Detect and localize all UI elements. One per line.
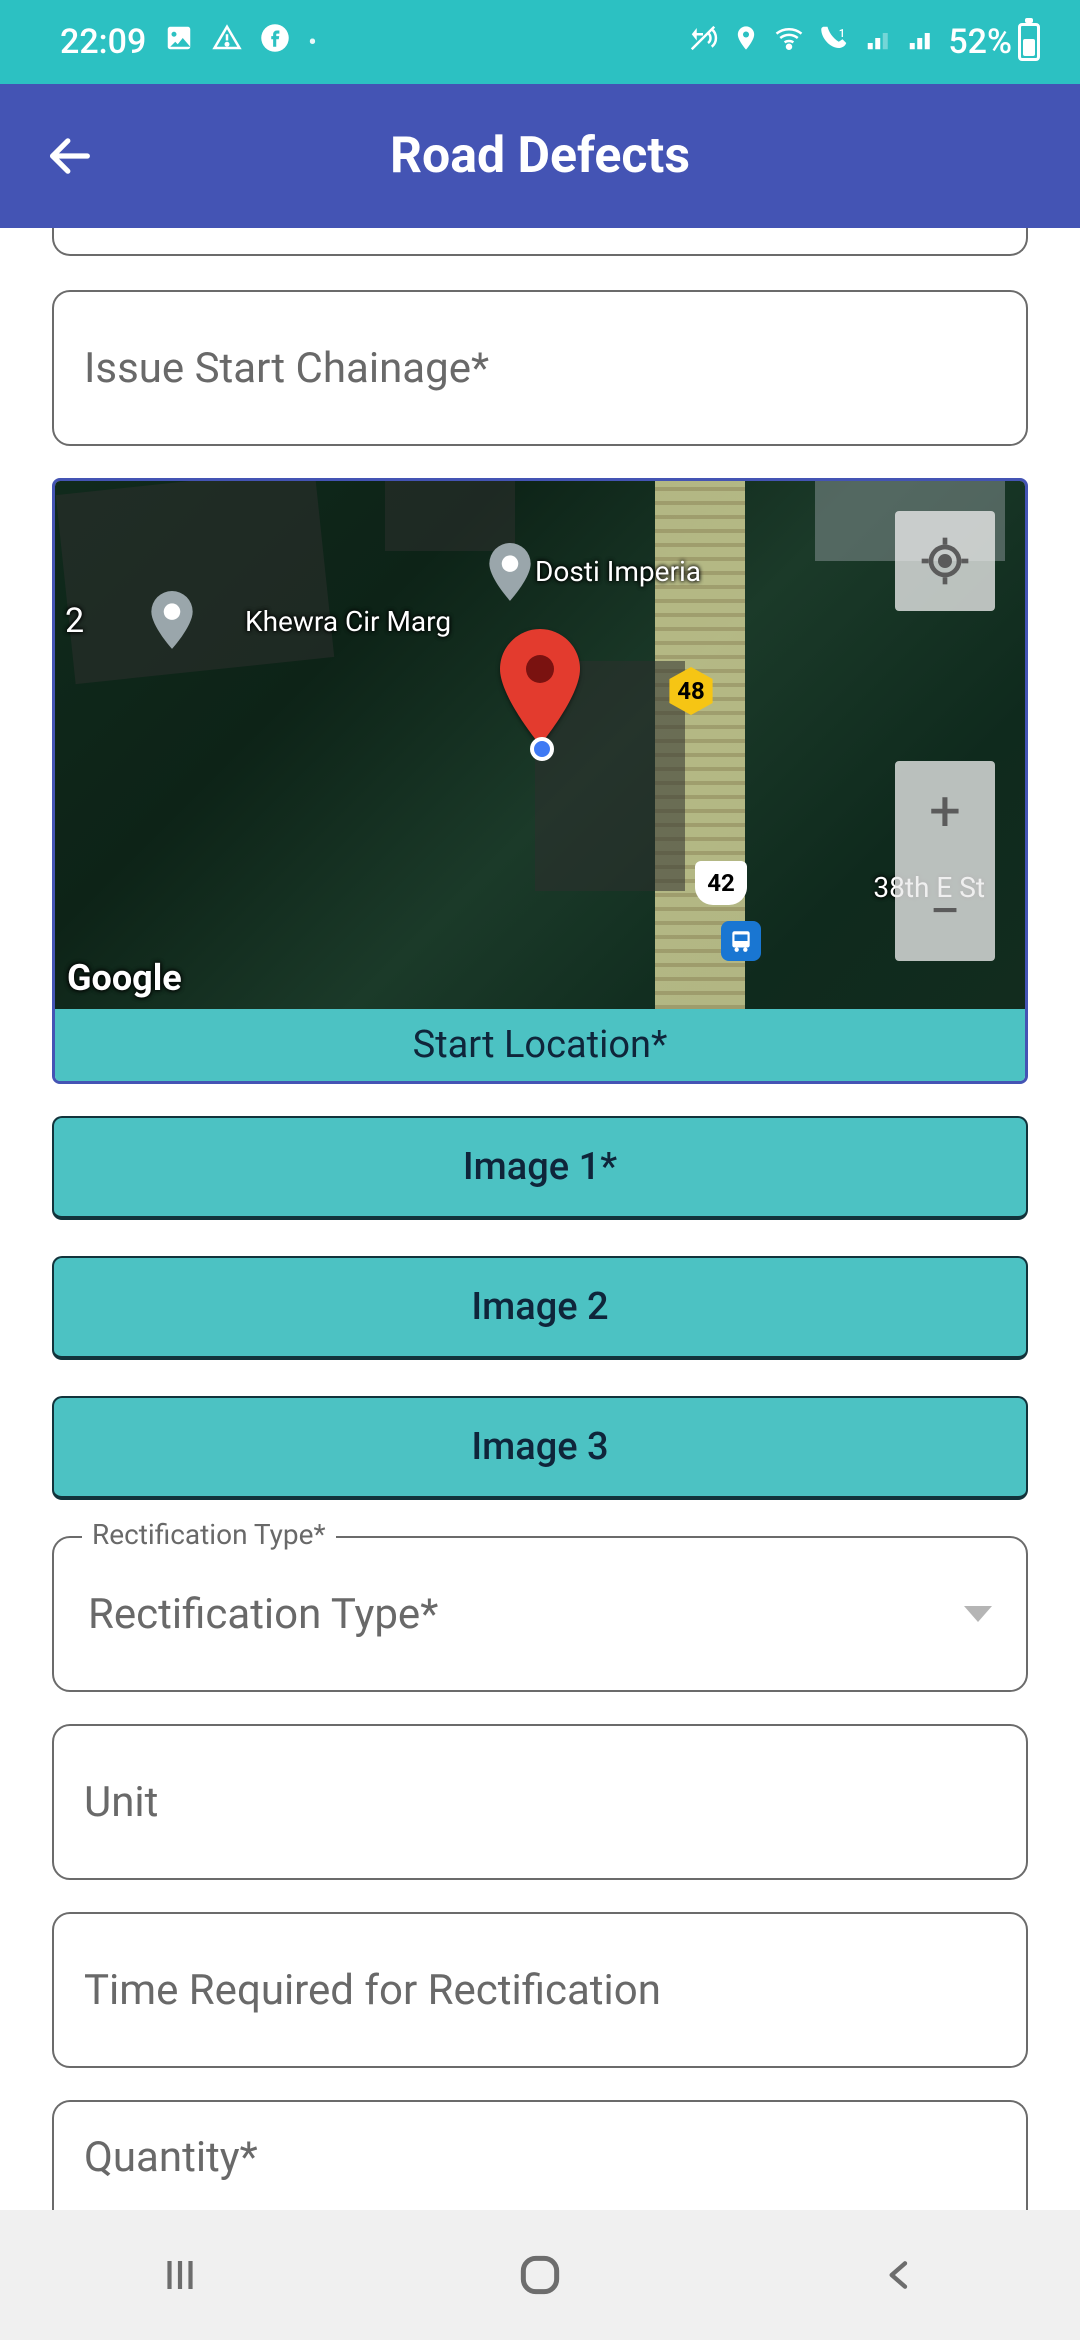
- image-1-label: Image 1*: [463, 1145, 617, 1189]
- rectification-type-placeholder: Rectification Type*: [88, 1590, 438, 1639]
- image-icon: [164, 22, 194, 62]
- map-edge-number: 2: [65, 601, 84, 641]
- map-zoom-out-button[interactable]: −: [895, 861, 995, 961]
- image-1-button[interactable]: Image 1*: [52, 1116, 1028, 1220]
- rectification-type-dropdown[interactable]: Rectification Type*: [52, 1536, 1028, 1692]
- android-nav-bar: [0, 2210, 1080, 2340]
- start-location-map-block: 2 Khewra Cir Marg Dosti Imperia 38th E S…: [52, 478, 1028, 1084]
- time-required-input[interactable]: Time Required for Rectification: [52, 1912, 1028, 2068]
- rectification-type-field: Rectification Type* Rectification Type*: [52, 1536, 1028, 1692]
- start-location-label: Start Location*: [55, 1009, 1025, 1081]
- map-poi-pin-icon: [147, 591, 197, 653]
- page-title: Road Defects: [0, 127, 1080, 185]
- battery-percent: 52%: [948, 22, 1012, 62]
- map-building: [56, 478, 334, 684]
- warning-triangle-icon: [212, 22, 242, 62]
- status-right: 1 52%: [686, 22, 1040, 62]
- issue-start-chainage-placeholder: Issue Start Chainage*: [84, 344, 489, 393]
- image-3-label: Image 3: [471, 1425, 608, 1469]
- map-route-shield-42: 42: [695, 861, 747, 905]
- image-3-button[interactable]: Image 3: [52, 1396, 1028, 1500]
- status-bar: 22:09 • 1 52%: [0, 0, 1080, 84]
- map-attribution: Google: [67, 957, 182, 999]
- map-poi-label-dosti: Dosti Imperia: [535, 555, 701, 588]
- signal-2-icon: [906, 22, 936, 62]
- map-poi-pin-icon: [485, 543, 535, 605]
- rectification-type-legend: Rectification Type*: [82, 1518, 336, 1551]
- map-road-label-khewra: Khewra Cir Marg: [245, 605, 451, 638]
- call-wifi-icon: 1: [818, 22, 852, 62]
- battery-icon: [1018, 23, 1040, 61]
- wifi-icon: [772, 22, 806, 62]
- issue-start-chainage-input[interactable]: Issue Start Chainage*: [52, 290, 1028, 446]
- previous-field-cropped[interactable]: [52, 228, 1028, 256]
- form-scroll[interactable]: Issue Start Chainage* 2 Khewra Cir Marg …: [0, 228, 1080, 2212]
- status-left: 22:09 •: [60, 22, 317, 62]
- image-2-button[interactable]: Image 2: [52, 1256, 1028, 1360]
- more-dot-icon: •: [308, 28, 316, 56]
- chevron-down-icon: [964, 1606, 992, 1622]
- nav-back-button[interactable]: [840, 2253, 960, 2297]
- map-current-location-dot-icon: [530, 737, 554, 761]
- signal-1-icon: [864, 22, 894, 62]
- time-required-placeholder: Time Required for Rectification: [84, 1966, 661, 2015]
- image-2-label: Image 2: [471, 1285, 608, 1329]
- map-selected-location-pin-icon[interactable]: [500, 629, 580, 749]
- unit-input[interactable]: Unit: [52, 1724, 1028, 1880]
- map-canvas[interactable]: 2 Khewra Cir Marg Dosti Imperia 38th E S…: [55, 481, 1025, 1009]
- app-bar: Road Defects: [0, 84, 1080, 228]
- nav-recents-button[interactable]: [120, 2254, 240, 2296]
- unit-placeholder: Unit: [84, 1778, 158, 1827]
- location-icon: [732, 22, 760, 62]
- map-locate-me-button[interactable]: [895, 511, 995, 611]
- map-zoom-in-button[interactable]: +: [895, 761, 995, 861]
- status-time: 22:09: [60, 22, 146, 62]
- map-zoom-control: + −: [895, 761, 995, 961]
- quantity-placeholder: Quantity*: [84, 2133, 258, 2182]
- battery-indicator: 52%: [948, 22, 1040, 62]
- facebook-icon: [260, 22, 290, 62]
- svg-text:1: 1: [839, 27, 845, 40]
- quantity-input[interactable]: Quantity*: [52, 2100, 1028, 2212]
- bus-stop-icon: [721, 921, 761, 961]
- vibrate-off-icon: [686, 22, 720, 62]
- map-building: [385, 481, 515, 551]
- nav-home-button[interactable]: [480, 2250, 600, 2300]
